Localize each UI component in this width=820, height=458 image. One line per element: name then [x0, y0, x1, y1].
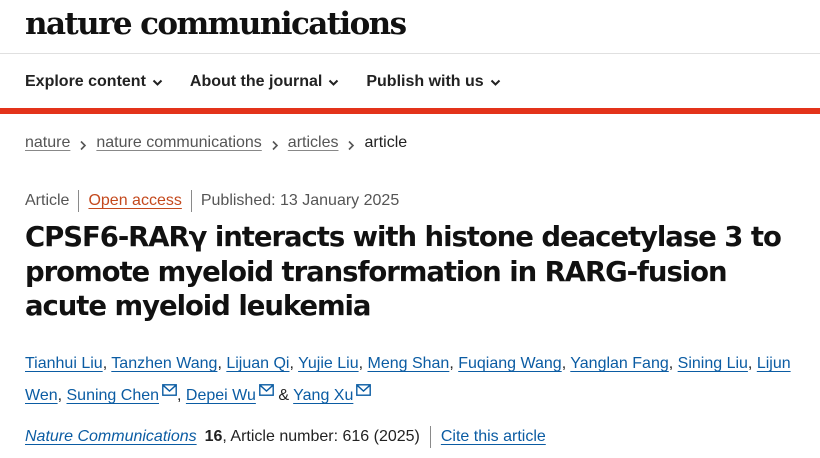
citation-line: Nature Communications 16 , Article numbe… — [25, 426, 546, 448]
accent-bar — [0, 108, 820, 114]
author-list: Tianhui Liu, Tanzhen Wang, Lijuan Qi, Yu… — [25, 355, 791, 404]
author-link[interactable]: Lijuan Qi — [226, 355, 289, 372]
breadcrumb-nature-communications[interactable]: nature communications — [96, 134, 261, 152]
author-link[interactable]: Meng Shan — [367, 355, 449, 372]
author-link[interactable]: Depei Wu — [186, 387, 256, 404]
header-divider — [0, 53, 820, 54]
chevron-right-icon — [271, 138, 279, 150]
meta-divider — [78, 190, 80, 212]
journal-link[interactable]: Nature Communications — [25, 428, 197, 446]
chevron-down-icon — [152, 77, 163, 88]
main-nav: Explore content About the journal Publis… — [25, 68, 528, 96]
author-link[interactable]: Fuqiang Wang — [458, 355, 561, 372]
chevron-right-icon — [347, 138, 355, 150]
article-meta: Article Open access Published: 13 Januar… — [25, 190, 399, 212]
chevron-down-icon — [490, 77, 501, 88]
volume-number: 16 — [204, 428, 223, 445]
nav-explore-content-label: Explore content — [25, 73, 146, 90]
envelope-icon[interactable] — [356, 384, 372, 396]
envelope-icon[interactable] — [162, 384, 177, 396]
chevron-down-icon — [328, 77, 339, 88]
site-logo[interactable]: nature communications — [25, 6, 407, 42]
author-link[interactable]: Yanglan Fang — [570, 355, 668, 372]
author-link[interactable]: Yang Xu — [293, 387, 353, 404]
meta-divider — [190, 190, 192, 212]
article-number: , Article number: 616 (2025) — [222, 428, 420, 445]
nav-publish-with-us-label: Publish with us — [366, 73, 484, 90]
nav-about-journal[interactable]: About the journal — [190, 73, 339, 91]
author-link[interactable]: Suning Chen — [67, 387, 160, 404]
envelope-icon[interactable] — [258, 384, 274, 396]
nav-about-journal-label: About the journal — [189, 73, 323, 90]
author-link[interactable]: Yujie Liu — [298, 355, 359, 372]
author-link[interactable]: Tanzhen Wang — [111, 355, 217, 372]
author-link[interactable]: Sining Liu — [678, 355, 748, 372]
cite-this-article-link[interactable]: Cite this article — [441, 428, 546, 446]
nav-publish-with-us[interactable]: Publish with us — [366, 73, 500, 91]
breadcrumb-nature[interactable]: nature — [25, 134, 70, 152]
breadcrumb-articles[interactable]: articles — [288, 134, 339, 152]
chevron-right-icon — [79, 138, 87, 150]
published-date: Published: 13 January 2025 — [200, 192, 400, 209]
open-access-link[interactable]: Open access — [88, 192, 181, 210]
breadcrumb: nature nature communications articles ar… — [25, 134, 407, 152]
citation-divider — [429, 426, 431, 448]
author-link[interactable]: Tianhui Liu — [25, 355, 103, 372]
nav-explore-content[interactable]: Explore content — [25, 73, 163, 91]
breadcrumb-current: article — [364, 134, 408, 151]
article-title: CPSF6-RARγ interacts with histone deacet… — [25, 221, 782, 322]
article-type: Article — [25, 192, 70, 209]
